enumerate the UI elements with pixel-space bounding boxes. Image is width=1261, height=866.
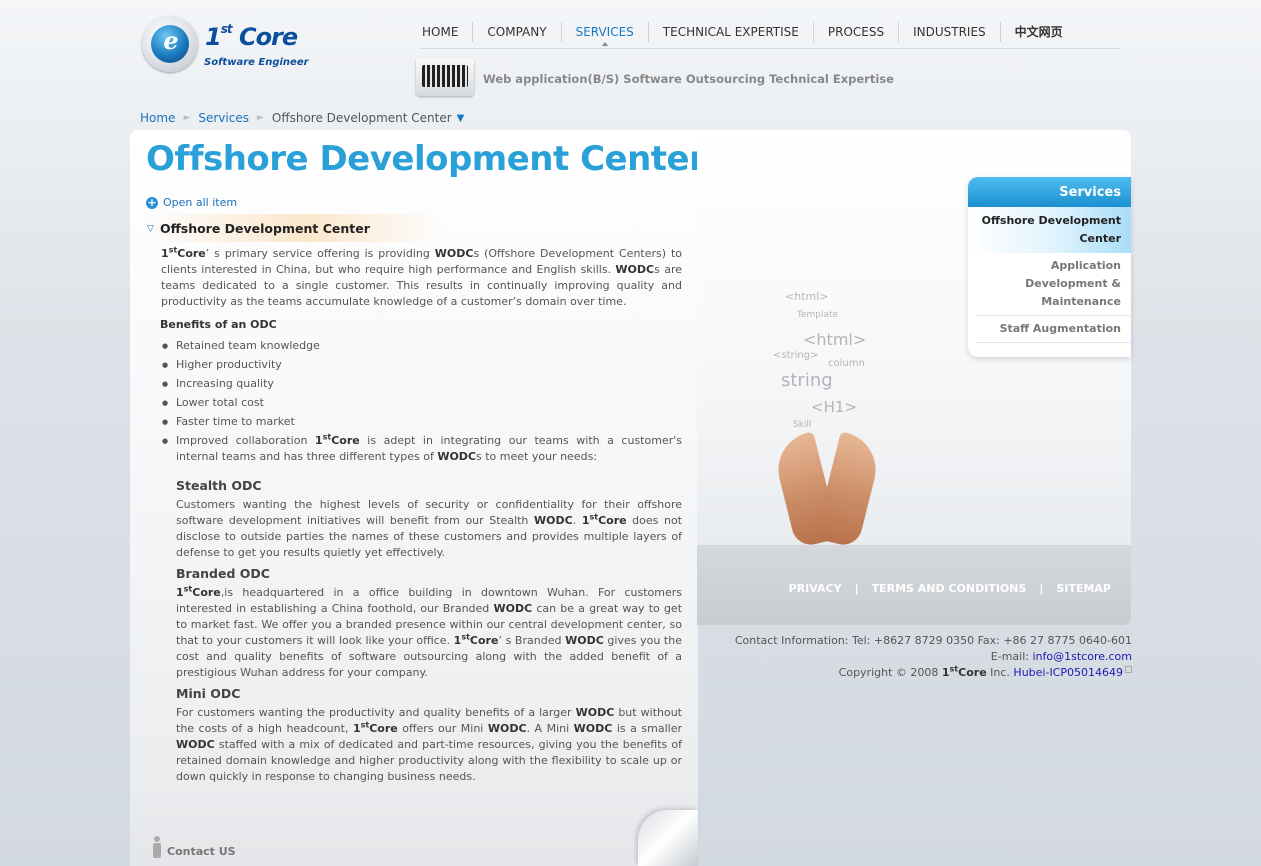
- logo-subtitle: Software Engineer: [204, 57, 309, 68]
- footer-links: PRIVACY | TERMS AND CONDITIONS | SITEMAP: [789, 582, 1111, 595]
- footer-terms-link[interactable]: TERMS AND CONDITIONS: [872, 582, 1027, 595]
- submenu-offshore-development-center[interactable]: Offshore Development Center: [968, 207, 1131, 253]
- nav-home[interactable]: HOME: [408, 22, 472, 42]
- email-link[interactable]: info@1stcore.com: [1033, 650, 1133, 663]
- copyright-line: Copyright © 2008 1stCore Inc. Hubei-ICP0…: [697, 665, 1132, 681]
- contact-us-label: Contact US: [167, 845, 236, 858]
- nav-process[interactable]: PROCESS: [812, 22, 898, 42]
- breadcrumb-current: Offshore Development Center: [271, 111, 452, 125]
- accordion-title: Offshore Development Center: [160, 221, 370, 236]
- services-submenu-heading: Services: [968, 177, 1131, 207]
- stealth-odc-text: Customers wanting the highest levels of …: [176, 498, 682, 559]
- list-item: Higher productivity: [162, 357, 682, 376]
- page-title: Offshore Development Center: [146, 139, 706, 179]
- open-all-label: Open all item: [163, 196, 238, 209]
- stealth-odc-heading: Stealth ODC: [176, 478, 262, 493]
- footer-sitemap-link[interactable]: SITEMAP: [1056, 582, 1111, 595]
- nav-industries[interactable]: INDUSTRIES: [898, 22, 1000, 42]
- breadcrumb-home[interactable]: Home: [140, 111, 175, 125]
- nav-services[interactable]: SERVICES: [560, 22, 648, 46]
- icp-link[interactable]: Hubei-ICP05014649: [1013, 666, 1123, 679]
- nav-chinese[interactable]: 中文网页: [999, 22, 1077, 42]
- mini-odc-text: For customers wanting the productivity a…: [176, 706, 682, 783]
- nav-technical-expertise[interactable]: TECHNICAL EXPERTISE: [647, 22, 813, 42]
- word-cloud-graphic: <html> string <H1> <html> <string> Templ…: [773, 290, 867, 430]
- nav-company[interactable]: COMPANY: [472, 22, 560, 42]
- submenu-application-development[interactable]: Application Development & Maintenance: [976, 253, 1131, 316]
- dropdown-triangle-icon[interactable]: ▼: [457, 113, 465, 124]
- breadcrumb-services[interactable]: Services: [198, 111, 249, 125]
- expanded-triangle-icon: ▽: [147, 224, 154, 234]
- services-submenu: Services Offshore Development Center App…: [968, 177, 1131, 357]
- benefits-list: Retained team knowledge Higher productiv…: [162, 338, 682, 467]
- submenu-staff-augmentation[interactable]: Staff Augmentation: [976, 316, 1131, 343]
- footer-separator: |: [1039, 582, 1044, 595]
- server-rack-icon: [416, 58, 474, 96]
- breadcrumb-arrow-icon: ►: [183, 113, 191, 123]
- list-item: Improved collaboration 1stCore is adept …: [162, 433, 682, 467]
- accordion-header[interactable]: ▽ Offshore Development Center: [142, 214, 442, 242]
- page-curl-decoration: [638, 810, 698, 866]
- main-nav: HOME COMPANY SERVICES TECHNICAL EXPERTIS…: [408, 22, 1077, 46]
- tagline: Web application(B/S) Software Outsourcin…: [483, 72, 894, 86]
- list-item: Increasing quality: [162, 376, 682, 395]
- footer-bar: PRIVACY | TERMS AND CONDITIONS | SITEMAP: [697, 545, 1131, 625]
- footer-separator: |: [854, 582, 859, 595]
- footer-privacy-link[interactable]: PRIVACY: [789, 582, 842, 595]
- list-item: Retained team knowledge: [162, 338, 682, 357]
- branded-odc-heading: Branded ODC: [176, 566, 270, 581]
- plus-circle-icon: +: [146, 195, 158, 209]
- contact-line: Contact Information: Tel: +8627 8729 035…: [734, 634, 1132, 647]
- breadcrumb: Home ► Services ► Offshore Development C…: [140, 111, 464, 125]
- email-line: E-mail: info@1stcore.com: [990, 650, 1133, 663]
- cupped-hands-image: [770, 428, 884, 545]
- nav-divider: [420, 48, 1120, 49]
- breadcrumb-arrow-icon: ►: [256, 113, 264, 123]
- contact-info: Contact Information: Tel: +8627 8729 035…: [697, 633, 1132, 681]
- logo[interactable]: e 1st Core Software Engineer: [142, 14, 309, 76]
- open-all-link[interactable]: + Open all item: [146, 196, 237, 209]
- person-icon: [151, 836, 163, 858]
- external-link-icon: [1125, 666, 1132, 673]
- list-item: Lower total cost: [162, 395, 682, 414]
- branded-odc-text: 1stCore,is headquartered in a office bui…: [176, 584, 683, 679]
- contact-us-link[interactable]: Contact US: [151, 836, 236, 858]
- mini-odc-heading: Mini ODC: [176, 686, 241, 701]
- list-item: Faster time to market: [162, 414, 682, 433]
- logo-glyph: e: [163, 26, 179, 55]
- logo-wordmark: 1st Core: [205, 22, 298, 51]
- intro-paragraph: 1stCore’ s primary service offering is p…: [161, 245, 682, 308]
- benefits-heading: Benefits of an ODC: [160, 318, 277, 331]
